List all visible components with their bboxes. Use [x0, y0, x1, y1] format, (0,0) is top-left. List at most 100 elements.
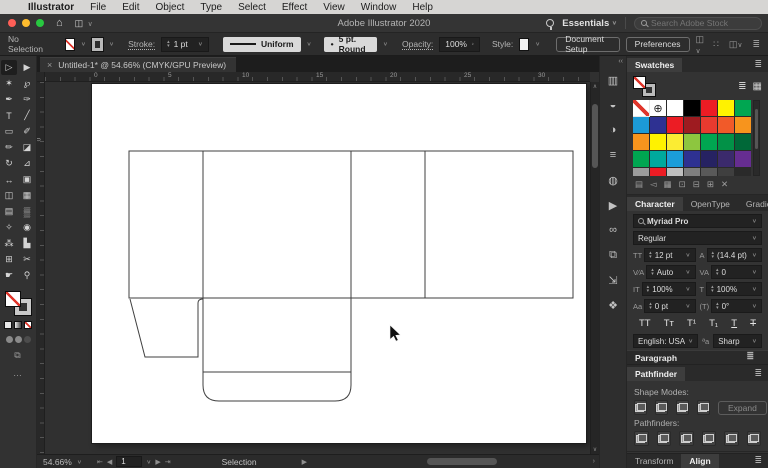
font-family-field[interactable]: Myriad Pro ∨: [633, 214, 762, 228]
discover-lightbulb-icon[interactable]: [546, 19, 554, 27]
paragraph-panel-header[interactable]: Paragraph ≣: [627, 350, 768, 365]
swatch-color[interactable]: [667, 117, 683, 133]
eraser-tool[interactable]: ◪: [19, 140, 35, 155]
toolbar-overflow-icon[interactable]: …: [0, 368, 36, 378]
swatch-color[interactable]: [701, 168, 717, 176]
vertical-scroll-thumb[interactable]: [592, 104, 598, 168]
stroke-chevron-icon[interactable]: ∨: [109, 41, 114, 47]
swatch-color[interactable]: [667, 100, 683, 116]
swatch-color[interactable]: [701, 100, 717, 116]
swatch-color[interactable]: [650, 168, 666, 176]
character-right-field-3[interactable]: ▴▾0°∨: [711, 299, 762, 313]
scroll-right-icon[interactable]: ›: [593, 458, 595, 465]
stroke-link[interactable]: Stroke:: [128, 39, 155, 49]
swatch-options-icon[interactable]: ▦: [664, 179, 672, 190]
swatch-color[interactable]: [718, 134, 734, 150]
fill-stroke-indicator[interactable]: [5, 291, 31, 315]
pathfinder-merge-button[interactable]: [679, 431, 694, 446]
chevron-down-icon[interactable]: ∨: [752, 252, 757, 258]
pathfinder-outline-button[interactable]: [724, 431, 739, 446]
swatch-folder-icon[interactable]: ⊟: [693, 179, 700, 190]
width-tool[interactable]: ↔: [1, 172, 17, 187]
fill-color-swatch[interactable]: [65, 38, 75, 51]
zoom-window-button[interactable]: [36, 19, 44, 27]
character-right-field-1[interactable]: ▴▾0∨: [711, 265, 762, 279]
mesh-tool[interactable]: ▤: [1, 204, 17, 219]
pathfinder-minus-back-button[interactable]: [747, 431, 762, 446]
symbol-sprayer-tool[interactable]: ⁂: [1, 236, 17, 251]
swatches-menu-icon[interactable]: ≣: [748, 59, 768, 72]
swatch-color[interactable]: [650, 134, 666, 150]
line-segment-tool[interactable]: ╱: [19, 108, 35, 123]
shape-mode-exclude-button[interactable]: [697, 400, 710, 415]
eyedropper-tool[interactable]: ✧: [1, 220, 17, 235]
preferences-button[interactable]: Preferences: [626, 37, 690, 52]
menu-item-help[interactable]: Help: [412, 2, 433, 13]
swatch-color[interactable]: [735, 168, 751, 176]
appearance-panel-icon[interactable]: ◍: [603, 170, 623, 190]
scroll-down-icon[interactable]: ∨: [591, 446, 599, 453]
hand-tool[interactable]: ☛: [1, 268, 17, 283]
all-caps-button[interactable]: TT: [639, 318, 651, 329]
character-right-field-0[interactable]: ▴▾(14.4 pt)∨: [707, 248, 762, 262]
swatch-color[interactable]: [735, 134, 751, 150]
swatch-color[interactable]: [684, 168, 700, 176]
gradient-tool[interactable]: ▒: [19, 204, 35, 219]
new-color-group-icon[interactable]: ⊡: [679, 179, 686, 190]
layers-panel-icon[interactable]: ❖: [603, 295, 623, 315]
document-tab[interactable]: × Untitled-1* @ 54.66% (CMYK/GPU Preview…: [40, 57, 236, 72]
arrange-windows-icon[interactable]: ◫∨: [729, 39, 743, 50]
control-menu-icon[interactable]: ≣: [752, 39, 760, 50]
artboard-chevron-icon[interactable]: ∨: [146, 458, 151, 464]
home-icon[interactable]: ⌂: [56, 17, 63, 29]
character-left-field-2[interactable]: ▴▾100%∨: [642, 282, 696, 296]
document-setup-button[interactable]: Document Setup: [556, 37, 619, 52]
small-caps-button[interactable]: Tᴛ: [664, 318, 674, 329]
swatch-color[interactable]: [701, 151, 717, 167]
artboard-tool[interactable]: ⊞: [1, 252, 17, 267]
bottom-tabs-menu-icon[interactable]: ≣: [748, 455, 768, 468]
zoom-tool[interactable]: ⚲: [19, 268, 35, 283]
last-artboard-icon[interactable]: ⇥: [165, 458, 171, 466]
zoom-level[interactable]: 54.66%: [43, 457, 72, 467]
dieline-artwork[interactable]: [45, 82, 590, 454]
swatch-libraries-icon[interactable]: ▤: [635, 179, 643, 190]
stepper-icon[interactable]: ▴▾: [649, 302, 652, 310]
stepper-icon[interactable]: ▴▾: [647, 285, 650, 293]
stepper-icon[interactable]: ▴▾: [649, 251, 652, 259]
swatch-color[interactable]: [735, 151, 751, 167]
font-style-field[interactable]: Regular ∨: [633, 231, 762, 245]
rectangle-tool[interactable]: ▭: [1, 124, 17, 139]
brush-chevron-icon[interactable]: ∨: [383, 41, 388, 47]
antialias-field[interactable]: Sharp∨: [713, 334, 762, 348]
swatch-color[interactable]: [735, 100, 751, 116]
stepper-icon[interactable]: ▴▾: [711, 285, 714, 293]
superscript-button[interactable]: T¹: [687, 318, 696, 329]
swatch-color[interactable]: [650, 151, 666, 167]
artboards-panel-icon[interactable]: ⧉: [603, 245, 623, 265]
stepper-icon[interactable]: ▴▾: [716, 302, 719, 310]
color-mode-button[interactable]: [4, 321, 12, 329]
menu-item-view[interactable]: View: [323, 2, 345, 13]
tab-character[interactable]: Character: [627, 197, 683, 211]
minimize-window-button[interactable]: [22, 19, 30, 27]
artboard-number-field[interactable]: 1: [116, 456, 142, 467]
expand-button[interactable]: Expand: [718, 401, 767, 415]
pen-tool[interactable]: ✒: [1, 92, 17, 107]
symbol-panel-icon[interactable]: ◫ ∨: [696, 34, 708, 55]
swatch-color[interactable]: [633, 168, 649, 176]
style-swatch[interactable]: [519, 38, 529, 51]
pathfinder-trim-button[interactable]: [657, 431, 672, 446]
swatch-color[interactable]: [633, 134, 649, 150]
perspective-grid-tool[interactable]: ▦: [19, 188, 35, 203]
direct-selection-tool[interactable]: ▶: [19, 60, 35, 75]
subscript-button[interactable]: T₁: [709, 318, 718, 329]
pathfinder-menu-icon[interactable]: ≣: [748, 368, 768, 381]
list-view-icon[interactable]: ≣: [738, 81, 746, 92]
chevron-down-icon[interactable]: ∨: [752, 303, 757, 309]
menu-item-effect[interactable]: Effect: [282, 2, 307, 13]
tab-align[interactable]: Align: [681, 454, 718, 468]
tab-transform[interactable]: Transform: [627, 454, 681, 468]
horizontal-ruler[interactable]: 051015202530: [45, 72, 590, 82]
close-window-button[interactable]: [8, 19, 16, 27]
